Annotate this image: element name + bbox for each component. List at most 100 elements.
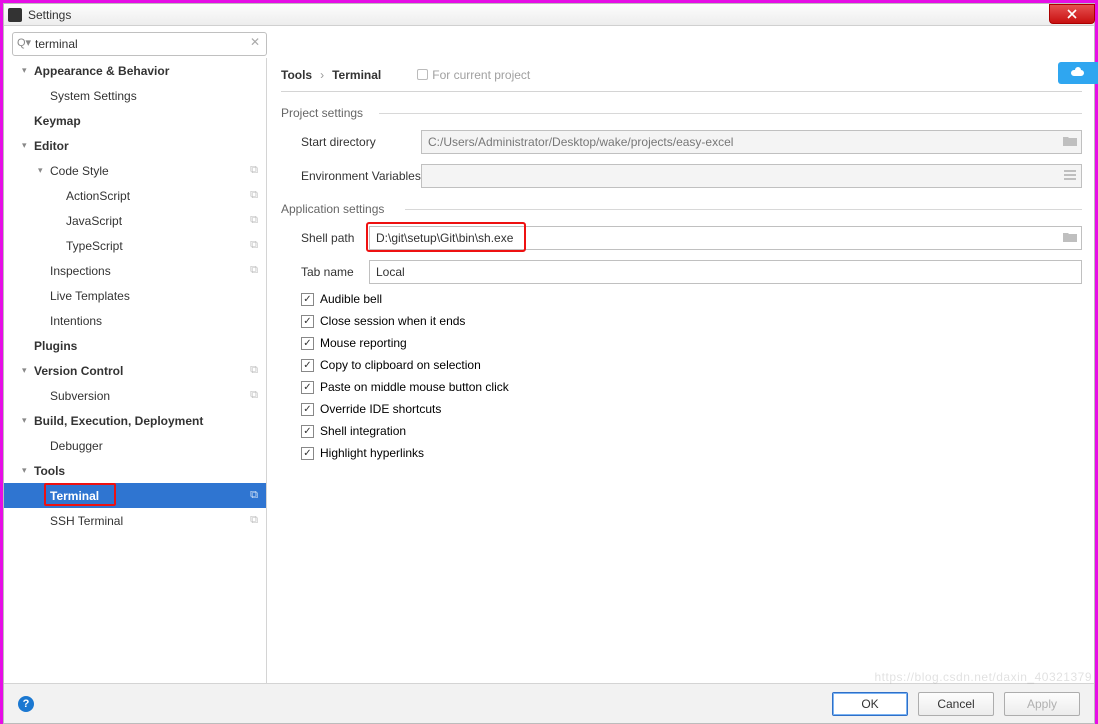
- checkbox-row-highlight-hyperlinks: Highlight hyperlinks: [281, 446, 1082, 460]
- sidebar-item-version-control[interactable]: ▾Version Control ⧉: [4, 358, 266, 383]
- sidebar-item-subversion[interactable]: ▾Subversion⧉: [4, 383, 266, 408]
- copy-icon: ⧉: [250, 489, 258, 502]
- sidebar-item-inspections[interactable]: ▾Inspections⧉: [4, 258, 266, 283]
- sidebar-item-label: Tools: [34, 464, 65, 478]
- chevron-down-icon: ▾: [22, 65, 32, 76]
- sidebar-item-label: Appearance & Behavior: [34, 64, 169, 78]
- checkbox[interactable]: [301, 337, 314, 350]
- app-icon: [8, 8, 22, 22]
- sidebar-item-label: Build, Execution, Deployment: [34, 414, 203, 428]
- search-input[interactable]: [12, 32, 267, 56]
- copy-icon: ⧉: [250, 514, 258, 527]
- clear-search-icon[interactable]: ✕: [247, 35, 263, 51]
- checkbox[interactable]: [301, 293, 314, 306]
- checkbox[interactable]: [301, 425, 314, 438]
- sidebar-item-keymap[interactable]: ▾Keymap: [4, 108, 266, 133]
- ok-button[interactable]: OK: [832, 692, 908, 716]
- sidebar-item-label: System Settings: [50, 89, 137, 103]
- env-vars-input[interactable]: [421, 164, 1082, 188]
- close-button[interactable]: [1049, 4, 1095, 24]
- cloud-widget-icon[interactable]: [1058, 62, 1098, 84]
- sidebar-item-label: Live Templates: [50, 289, 130, 303]
- chevron-right-icon: ›: [320, 68, 324, 82]
- checkbox-label: Audible bell: [320, 292, 382, 306]
- start-directory-label: Start directory: [281, 135, 421, 149]
- copy-icon: [417, 69, 428, 80]
- sidebar-item-label: Code Style: [50, 164, 109, 178]
- project-settings-group: Project settings: [281, 106, 1082, 120]
- sidebar-item-ssh-terminal[interactable]: ▾SSH Terminal⧉: [4, 508, 266, 533]
- sidebar-item-plugins[interactable]: ▾Plugins: [4, 333, 266, 358]
- checkbox[interactable]: [301, 447, 314, 460]
- apply-button[interactable]: Apply: [1004, 692, 1080, 716]
- checkbox[interactable]: [301, 381, 314, 394]
- checkbox[interactable]: [301, 359, 314, 372]
- breadcrumb: Tools › Terminal For current project: [281, 58, 1082, 92]
- sidebar-item-label: Intentions: [50, 314, 102, 328]
- sidebar-item-appearance-behavior[interactable]: ▾Appearance & Behavior: [4, 58, 266, 83]
- application-settings-group: Application settings: [281, 202, 1082, 216]
- help-icon[interactable]: ?: [18, 696, 34, 712]
- sidebar-item-build-execution-deployment[interactable]: ▾Build, Execution, Deployment: [4, 408, 266, 433]
- checkbox-label: Paste on middle mouse button click: [320, 380, 509, 394]
- settings-sidebar: ▾Appearance & Behavior▾System Settings▾K…: [4, 58, 267, 683]
- search-field-wrap: Q▾ ✕: [12, 32, 267, 56]
- checkbox-row-shell-integration: Shell integration: [281, 424, 1082, 438]
- sidebar-item-intentions[interactable]: ▾Intentions: [4, 308, 266, 333]
- window-title: Settings: [28, 8, 71, 22]
- tab-name-label: Tab name: [281, 265, 369, 279]
- checkbox-row-copy-to-clipboard-on-selection: Copy to clipboard on selection: [281, 358, 1082, 372]
- button-bar: ? OK Cancel Apply: [4, 683, 1094, 723]
- sidebar-item-label: Keymap: [34, 114, 81, 128]
- shell-path-input[interactable]: [369, 226, 1082, 250]
- copy-icon: ⧉: [250, 239, 258, 252]
- checkbox-row-override-ide-shortcuts: Override IDE shortcuts: [281, 402, 1082, 416]
- sidebar-item-label: Inspections: [50, 264, 111, 278]
- sidebar-item-label: Subversion: [50, 389, 110, 403]
- sidebar-item-label: Editor: [34, 139, 69, 153]
- sidebar-item-label: Plugins: [34, 339, 77, 353]
- sidebar-item-system-settings[interactable]: ▾System Settings: [4, 83, 266, 108]
- sidebar-item-actionscript[interactable]: ▾ActionScript⧉: [4, 183, 266, 208]
- settings-main-panel: Tools › Terminal For current project Pro…: [267, 58, 1094, 683]
- checkbox-row-paste-on-middle-mouse-button-click: Paste on middle mouse button click: [281, 380, 1082, 394]
- sidebar-item-label: ActionScript: [66, 189, 130, 203]
- scope-note-label: For current project: [432, 68, 530, 82]
- sidebar-item-label: JavaScript: [66, 214, 122, 228]
- copy-icon: ⧉: [250, 214, 258, 227]
- env-vars-label: Environment Variables: [281, 169, 421, 183]
- checkbox-label: Shell integration: [320, 424, 406, 438]
- checkbox-label: Copy to clipboard on selection: [320, 358, 481, 372]
- copy-icon: ⧉: [250, 364, 258, 377]
- sidebar-item-debugger[interactable]: ▾Debugger: [4, 433, 266, 458]
- folder-icon[interactable]: [1062, 229, 1078, 245]
- cancel-button[interactable]: Cancel: [918, 692, 994, 716]
- checkbox-row-audible-bell: Audible bell: [281, 292, 1082, 306]
- sidebar-item-live-templates[interactable]: ▾Live Templates: [4, 283, 266, 308]
- sidebar-item-javascript[interactable]: ▾JavaScript⧉: [4, 208, 266, 233]
- sidebar-item-terminal[interactable]: ▾Terminal⧉: [4, 483, 266, 508]
- list-edit-icon[interactable]: [1062, 167, 1078, 183]
- chevron-down-icon: ▾: [22, 365, 32, 376]
- copy-icon: ⧉: [250, 189, 258, 202]
- checkbox-row-close-session-when-it-ends: Close session when it ends: [281, 314, 1082, 328]
- checkbox-label: Mouse reporting: [320, 336, 407, 350]
- start-directory-input[interactable]: [421, 130, 1082, 154]
- chevron-down-icon: ▾: [22, 415, 32, 426]
- sidebar-item-editor[interactable]: ▾Editor: [4, 133, 266, 158]
- watermark: https://blog.csdn.net/daxin_40321379: [875, 670, 1093, 684]
- copy-icon: ⧉: [250, 164, 258, 177]
- breadcrumb-root[interactable]: Tools: [281, 68, 312, 82]
- sidebar-item-tools[interactable]: ▾Tools: [4, 458, 266, 483]
- checkbox[interactable]: [301, 403, 314, 416]
- folder-icon[interactable]: [1062, 133, 1078, 149]
- sidebar-item-code-style[interactable]: ▾Code Style⧉: [4, 158, 266, 183]
- chevron-down-icon: ▾: [22, 140, 32, 151]
- checkbox-row-mouse-reporting: Mouse reporting: [281, 336, 1082, 350]
- copy-icon: ⧉: [250, 389, 258, 402]
- sidebar-item-label: SSH Terminal: [50, 514, 123, 528]
- sidebar-item-typescript[interactable]: ▾TypeScript⧉: [4, 233, 266, 258]
- tab-name-input[interactable]: [369, 260, 1082, 284]
- sidebar-item-label: Version Control: [34, 364, 123, 378]
- checkbox[interactable]: [301, 315, 314, 328]
